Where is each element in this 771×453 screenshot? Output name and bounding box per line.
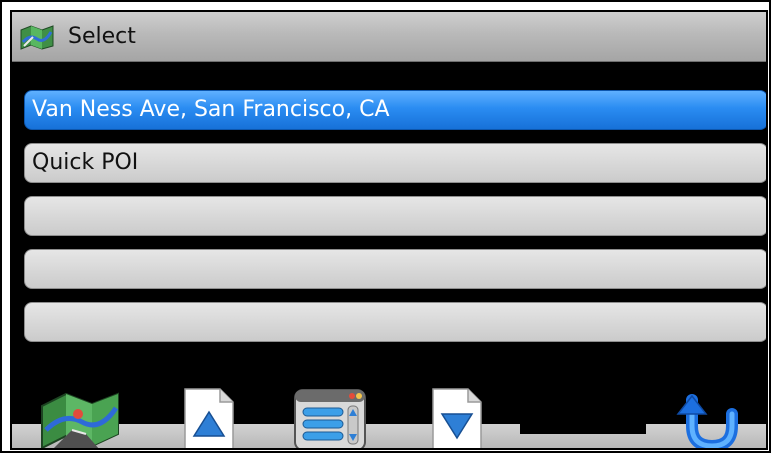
page-title: Select xyxy=(68,24,136,49)
screen: Select Van Ness Ave, San Francisco, CA Q… xyxy=(10,10,768,450)
back-button[interactable] xyxy=(674,394,738,450)
page-up-button[interactable] xyxy=(184,388,234,450)
list-item[interactable] xyxy=(24,302,766,342)
page-down-icon xyxy=(432,388,482,448)
device-frame: Select Van Ness Ave, San Francisco, CA Q… xyxy=(0,0,771,453)
page-up-icon xyxy=(184,388,234,448)
destination-list: Van Ness Ave, San Francisco, CA Quick PO… xyxy=(24,90,766,355)
toolbar-base xyxy=(12,424,766,448)
menu-list-icon xyxy=(294,389,366,448)
map-icon xyxy=(20,25,54,50)
title-bar: Select xyxy=(12,12,766,62)
menu-button[interactable] xyxy=(292,386,368,450)
list-item[interactable] xyxy=(24,196,766,236)
page-down-button[interactable] xyxy=(432,388,482,450)
bottom-toolbar xyxy=(12,378,766,450)
list-item[interactable]: Quick POI xyxy=(24,143,766,183)
list-item[interactable] xyxy=(24,249,766,289)
list-item-label: Van Ness Ave, San Francisco, CA xyxy=(32,97,390,122)
list-item-label: Quick POI xyxy=(32,150,139,175)
back-arrow-icon xyxy=(676,394,738,448)
list-item[interactable]: Van Ness Ave, San Francisco, CA xyxy=(24,90,766,130)
toolbar-divider xyxy=(520,422,646,434)
map-icon xyxy=(41,392,119,448)
map-button[interactable] xyxy=(38,390,122,450)
